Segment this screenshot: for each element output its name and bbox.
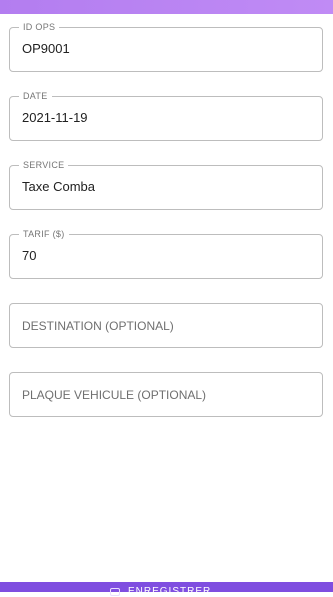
date-value: 2021-11-19 xyxy=(22,110,88,125)
plaque-vehicule-field[interactable]: PLAQUE VEHICULE (OPTIONAL) xyxy=(9,372,323,417)
id-ops-field[interactable]: ID OPS OP9001 xyxy=(9,22,323,72)
destination-field[interactable]: DESTINATION (OPTIONAL) xyxy=(9,303,323,348)
save-icon xyxy=(110,588,120,596)
id-ops-label: ID OPS xyxy=(19,22,60,33)
save-button[interactable]: ENREGISTRER xyxy=(0,582,333,597)
id-ops-value: OP9001 xyxy=(22,41,70,56)
plaque-vehicule-placeholder: PLAQUE VEHICULE (OPTIONAL) xyxy=(22,388,207,402)
save-button-label: ENREGISTRER xyxy=(128,586,212,597)
top-app-bar xyxy=(0,0,333,14)
service-label: SERVICE xyxy=(19,160,69,171)
service-field[interactable]: SERVICE Taxe Comba xyxy=(9,160,323,210)
service-value: Taxe Comba xyxy=(22,179,95,194)
tarif-value: 70 xyxy=(22,248,37,263)
tarif-field[interactable]: TARIF ($) 70 xyxy=(9,229,323,279)
date-field[interactable]: DATE 2021-11-19 xyxy=(9,91,323,141)
destination-placeholder: DESTINATION (OPTIONAL) xyxy=(22,319,174,333)
date-label: DATE xyxy=(19,91,52,102)
tarif-label: TARIF ($) xyxy=(19,229,69,240)
